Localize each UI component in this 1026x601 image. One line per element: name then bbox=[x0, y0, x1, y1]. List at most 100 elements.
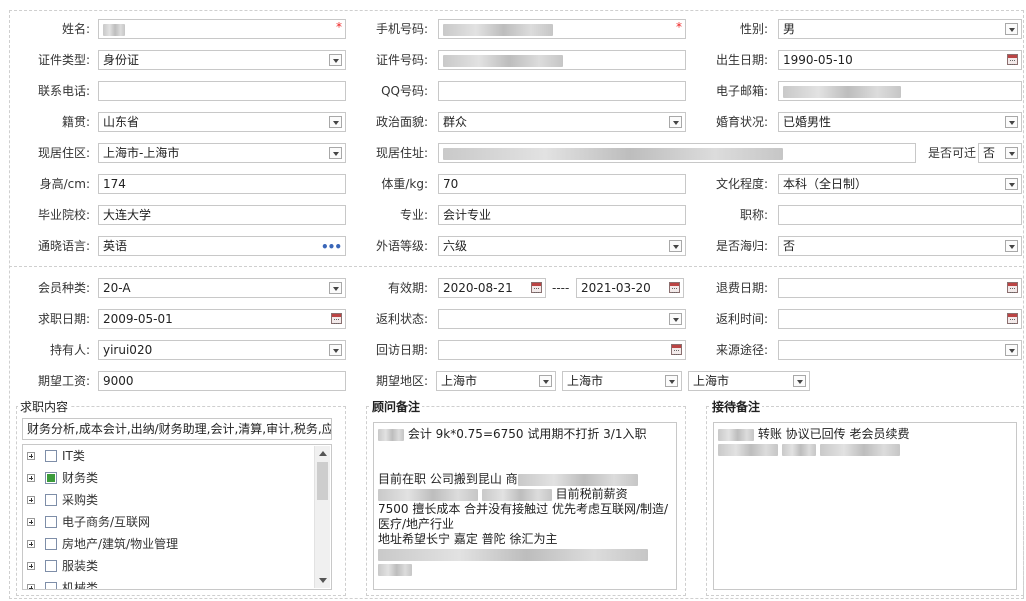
chevron-down-icon[interactable] bbox=[1005, 178, 1018, 190]
id-type-value: 身份证 bbox=[103, 53, 140, 67]
checkbox[interactable] bbox=[45, 538, 57, 550]
chevron-down-icon[interactable] bbox=[793, 375, 806, 387]
expand-icon[interactable] bbox=[27, 474, 35, 482]
checkbox[interactable] bbox=[45, 494, 57, 506]
tree-item-purchasing[interactable]: 采购类 bbox=[27, 491, 98, 509]
lang-level-select[interactable]: 六级 bbox=[438, 236, 686, 256]
tree-item-machinery[interactable]: 机械类 bbox=[27, 579, 99, 590]
refund-date-field[interactable] bbox=[778, 278, 1022, 298]
expand-icon[interactable] bbox=[27, 540, 35, 548]
advisor-note-text-2: 目前在职 公司搬到昆山 商 bbox=[378, 472, 518, 486]
tree-item-label: 采购类 bbox=[62, 493, 99, 507]
advisor-note-textarea[interactable]: 会计 9k*0.75=6750 试用期不打折 3/1入职 目前在职 公司搬到昆山… bbox=[373, 422, 677, 590]
political-select[interactable]: 群众 bbox=[438, 112, 686, 132]
scroll-down-icon[interactable] bbox=[319, 578, 327, 583]
name-field[interactable]: * bbox=[98, 19, 346, 39]
email-field[interactable] bbox=[778, 81, 1022, 101]
checkbox[interactable] bbox=[45, 582, 57, 589]
address-field[interactable] bbox=[438, 143, 916, 163]
expand-icon[interactable] bbox=[27, 452, 35, 460]
qq-field[interactable] bbox=[438, 81, 686, 101]
expected-area-select-1[interactable]: 上海市 bbox=[436, 371, 556, 391]
advisor-note-text-1: 会计 9k*0.75=6750 试用期不打折 3/1入职 bbox=[407, 427, 647, 441]
source-select[interactable] bbox=[778, 340, 1022, 360]
valid-from-field[interactable]: 2020-08-21 bbox=[438, 278, 546, 298]
phone-label: 联系电话: bbox=[37, 84, 90, 98]
marital-label: 婚育状况: bbox=[715, 115, 768, 129]
tree-item-finance[interactable]: 财务类 bbox=[27, 469, 98, 487]
advisor-note-line-2: 目前在职 公司搬到昆山 商 bbox=[378, 472, 672, 487]
expected-area-select-2[interactable]: 上海市 bbox=[562, 371, 682, 391]
overseas-select[interactable]: 否 bbox=[778, 236, 1022, 256]
tree-item-label: 房地产/建筑/物业管理 bbox=[62, 537, 179, 551]
checkbox[interactable] bbox=[45, 450, 57, 462]
marital-select[interactable]: 已婚男性 bbox=[778, 112, 1022, 132]
chevron-down-icon[interactable] bbox=[665, 375, 678, 387]
rebate-time-field[interactable] bbox=[778, 309, 1022, 329]
expected-area-select-3[interactable]: 上海市 bbox=[688, 371, 810, 391]
tree-item-label: 机械类 bbox=[62, 581, 99, 590]
checkbox[interactable] bbox=[45, 560, 57, 572]
phone-field[interactable] bbox=[98, 81, 346, 101]
blurred-text bbox=[378, 488, 478, 501]
chevron-down-icon[interactable] bbox=[539, 375, 552, 387]
calendar-icon[interactable] bbox=[1007, 282, 1018, 293]
birthday-label: 出生日期: bbox=[715, 53, 768, 67]
native-place-select[interactable]: 山东省 bbox=[98, 112, 346, 132]
blurred-mobile bbox=[443, 23, 553, 36]
reception-note-textarea[interactable]: 转账 协议已回传 老会员续费 bbox=[713, 422, 1017, 590]
language-field[interactable]: 英语 ••• bbox=[98, 236, 346, 256]
checkbox[interactable] bbox=[45, 516, 57, 528]
calendar-icon[interactable] bbox=[1007, 313, 1018, 324]
mobile-field[interactable]: * bbox=[438, 19, 686, 39]
id-type-select[interactable]: 身份证 bbox=[98, 50, 346, 70]
blurred-text bbox=[718, 428, 754, 441]
expand-icon[interactable] bbox=[27, 496, 35, 504]
chevron-down-icon[interactable] bbox=[1005, 240, 1018, 252]
residence-area-select[interactable]: 上海市-上海市 bbox=[98, 143, 346, 163]
email-label: 电子邮箱: bbox=[715, 84, 768, 98]
weight-field[interactable]: 70 bbox=[438, 174, 686, 194]
chevron-down-icon[interactable] bbox=[1005, 344, 1018, 356]
calendar-icon[interactable] bbox=[531, 282, 542, 293]
expand-icon[interactable] bbox=[27, 562, 35, 570]
valid-to-field[interactable]: 2021-03-20 bbox=[576, 278, 684, 298]
chevron-down-icon[interactable] bbox=[1005, 116, 1018, 128]
school-field[interactable]: 大连大学 bbox=[98, 205, 346, 225]
visit-date-field[interactable] bbox=[438, 340, 686, 360]
tree-scrollbar[interactable] bbox=[314, 446, 330, 588]
chevron-down-icon[interactable] bbox=[1005, 23, 1018, 35]
native-place-value: 山东省 bbox=[103, 115, 140, 129]
relocatable-select[interactable]: 否 bbox=[978, 143, 1022, 163]
chevron-down-icon[interactable] bbox=[1005, 147, 1018, 159]
holder-select[interactable]: yirui020 bbox=[98, 340, 346, 360]
tree-item-realestate[interactable]: 房地产/建筑/物业管理 bbox=[27, 535, 178, 553]
gender-select[interactable]: 男 bbox=[778, 19, 1022, 39]
checkbox-checked[interactable] bbox=[45, 472, 57, 484]
title-field[interactable] bbox=[778, 205, 1022, 225]
scroll-thumb[interactable] bbox=[317, 462, 328, 500]
scroll-up-icon[interactable] bbox=[319, 451, 327, 456]
birthday-field[interactable]: 1990-05-10 bbox=[778, 50, 1022, 70]
height-field[interactable]: 174 bbox=[98, 174, 346, 194]
job-content-summary[interactable]: 财务分析,成本会计,出纳/财务助理,会计,清算,审计,税务,应 bbox=[22, 418, 332, 440]
calendar-icon[interactable] bbox=[1007, 54, 1018, 65]
tree-item-ecommerce[interactable]: 电子商务/互联网 bbox=[27, 513, 150, 531]
tree-item-apparel[interactable]: 服装类 bbox=[27, 557, 98, 575]
expand-icon[interactable] bbox=[27, 518, 35, 526]
apply-date-field[interactable]: 2009-05-01 bbox=[98, 309, 346, 329]
blurred-address bbox=[443, 147, 783, 160]
blurred-id-number bbox=[443, 54, 563, 67]
expected-salary-field[interactable]: 9000 bbox=[98, 371, 346, 391]
tree-item-it[interactable]: IT类 bbox=[27, 447, 85, 465]
major-field[interactable]: 会计专业 bbox=[438, 205, 686, 225]
qq-label: QQ号码: bbox=[381, 84, 428, 98]
member-type-select[interactable]: 20-A bbox=[98, 278, 346, 298]
job-category-tree[interactable]: IT类 财务类 采购类 电子商务/互联网 房地产/建筑/物业管理 服装类 机械类 bbox=[22, 444, 332, 590]
education-select[interactable]: 本科（全日制） bbox=[778, 174, 1022, 194]
id-number-field[interactable] bbox=[438, 50, 686, 70]
expand-icon[interactable] bbox=[27, 584, 35, 589]
rebate-status-select[interactable] bbox=[438, 309, 686, 329]
expected-area-value-2: 上海市 bbox=[567, 374, 604, 388]
weight-label: 体重/kg: bbox=[381, 177, 428, 191]
